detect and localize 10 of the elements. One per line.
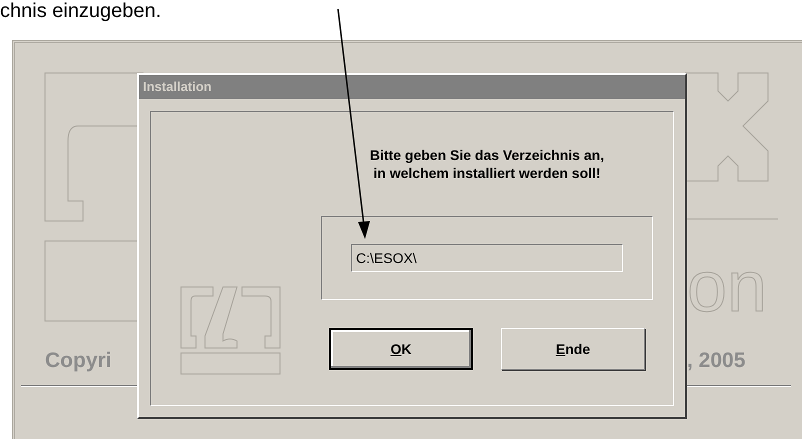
ok-button[interactable]: OK xyxy=(329,328,473,370)
bracket-logo-icon xyxy=(180,286,283,376)
end-button[interactable]: Ende xyxy=(501,328,645,370)
caption-text: chnis einzugeben. xyxy=(0,0,162,22)
instruction-text: in welchem installiert werden soll! xyxy=(373,164,601,182)
instruction-text: Bitte geben Sie das Verzeichnis an, xyxy=(370,146,604,164)
copyright-year-text: , 2005 xyxy=(687,348,746,374)
dialog-title: Installation xyxy=(143,78,212,96)
copyright-text: Copyri xyxy=(45,348,112,374)
path-field[interactable]: C:\ESOX\ xyxy=(351,244,623,272)
